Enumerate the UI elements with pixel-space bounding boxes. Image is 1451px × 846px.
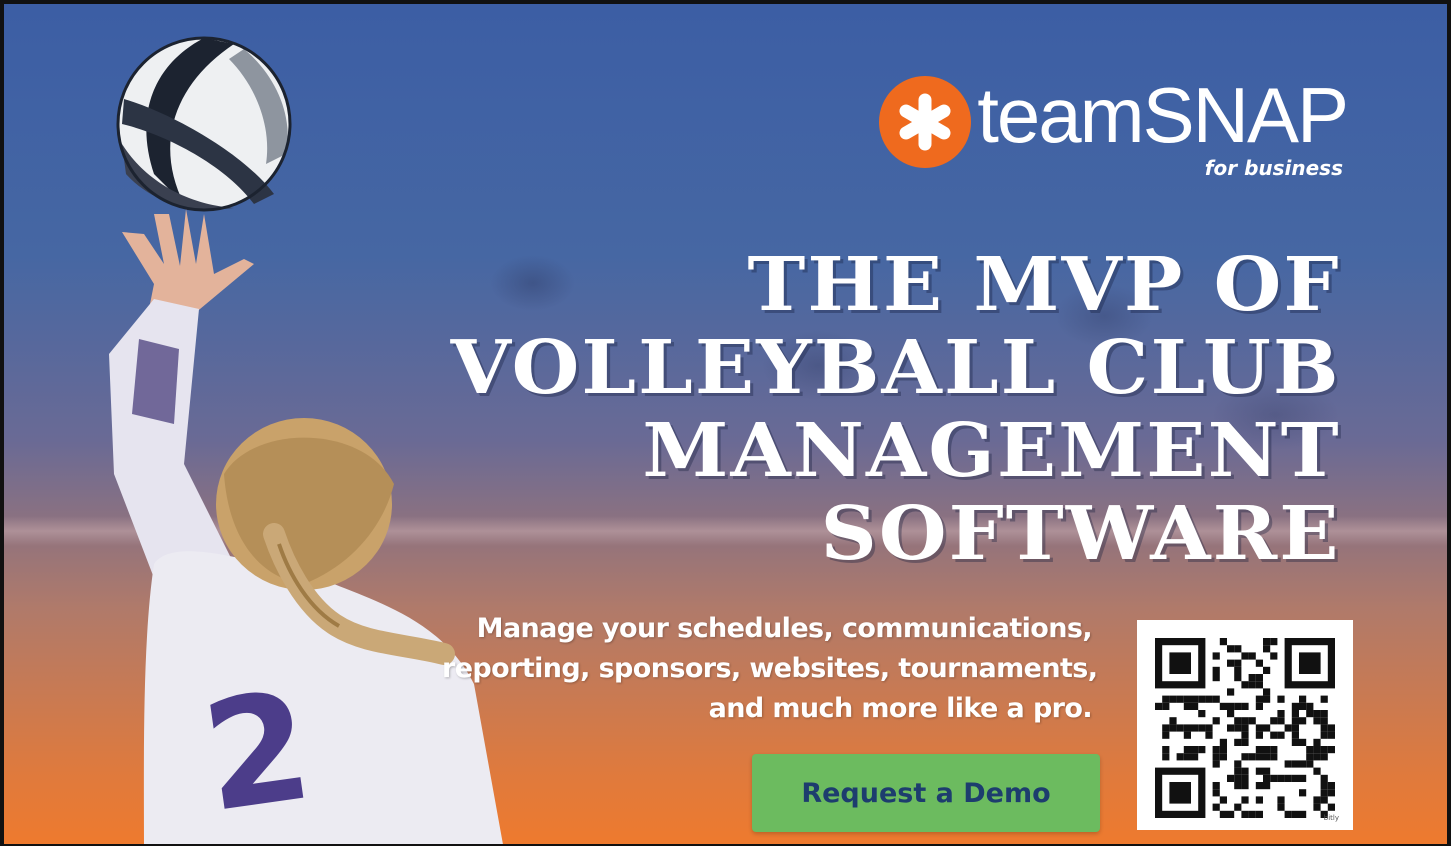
teamsnap-logo: teamSNAP for business <box>879 71 1349 180</box>
headline: THE MVP OF VOLLEYBALL CLUB MANAGEMENT SO… <box>451 244 1341 576</box>
logo-subtitle: for business <box>1204 156 1343 180</box>
description-line: Manage your schedules, communications, <box>476 613 1093 644</box>
qr-tag: bitly <box>1323 814 1339 822</box>
description-line: and much more like a pro. <box>708 693 1093 724</box>
description-text: Manage your schedules, communications, r… <box>442 609 1098 729</box>
description-line: reporting, sponsors, websites, tournamen… <box>442 653 1098 684</box>
qr-code[interactable]: bitly <box>1137 620 1353 830</box>
headline-line: VOLLEYBALL CLUB <box>450 325 1341 411</box>
request-demo-button[interactable]: Request a Demo <box>752 754 1100 832</box>
asterisk-icon <box>879 76 972 168</box>
qr-code-icon <box>1155 638 1335 818</box>
ad-banner: 2 teamSNAP for business THE MVP OF VOLLE… <box>0 0 1451 846</box>
volleyball-icon <box>116 36 292 212</box>
headline-line: SOFTWARE <box>821 491 1341 577</box>
logo-wordmark: teamSNAP <box>977 71 1349 159</box>
headline-line: MANAGEMENT <box>642 408 1341 494</box>
headline-line: THE MVP OF <box>747 242 1341 328</box>
